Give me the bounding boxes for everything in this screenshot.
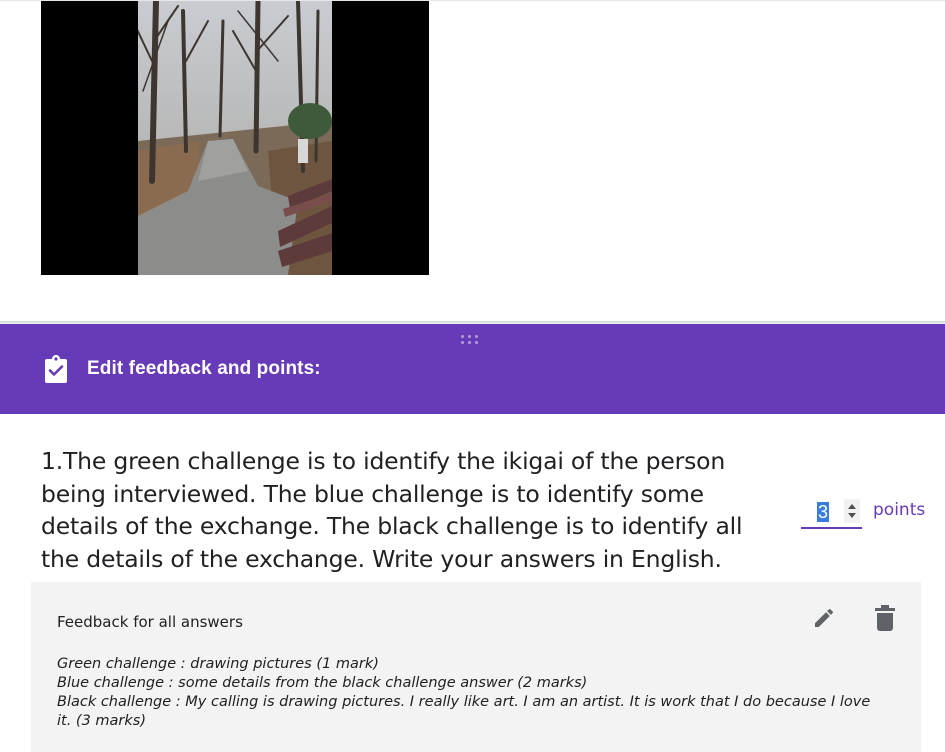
increment-icon[interactable] xyxy=(848,504,856,509)
delete-trash-icon[interactable] xyxy=(874,605,896,631)
question-media-card xyxy=(0,0,945,322)
question-title: 1.The green challenge is to identify the… xyxy=(41,447,743,573)
points-value[interactable]: 3 xyxy=(817,502,830,522)
points-label: points xyxy=(873,500,926,520)
feedback-line-black: Black challenge : My calling is drawing … xyxy=(57,694,871,729)
points-input[interactable]: 3 xyxy=(801,496,862,529)
feedback-text: Green challenge : drawing pictures (1 ma… xyxy=(57,655,887,731)
points-stepper[interactable]: 3 xyxy=(801,496,862,530)
decrement-icon[interactable] xyxy=(848,513,856,518)
feedback-card: Feedback for all answers Green challenge… xyxy=(31,582,921,752)
edit-pencil-icon[interactable] xyxy=(812,606,836,630)
spinner-buttons[interactable] xyxy=(844,499,860,523)
question-image xyxy=(41,1,429,275)
drag-handle-icon[interactable] xyxy=(461,335,481,345)
header-title: Edit feedback and points: xyxy=(87,358,321,379)
feedback-title: Feedback for all answers xyxy=(57,613,243,631)
assignment-check-icon xyxy=(45,355,67,383)
park-path-photo xyxy=(138,1,332,275)
feedback-line-green: Green challenge : drawing pictures (1 ma… xyxy=(57,656,379,672)
feedback-line-blue: Blue challenge : some details from the b… xyxy=(57,675,588,691)
feedback-header-bar: Edit feedback and points: xyxy=(0,324,945,414)
